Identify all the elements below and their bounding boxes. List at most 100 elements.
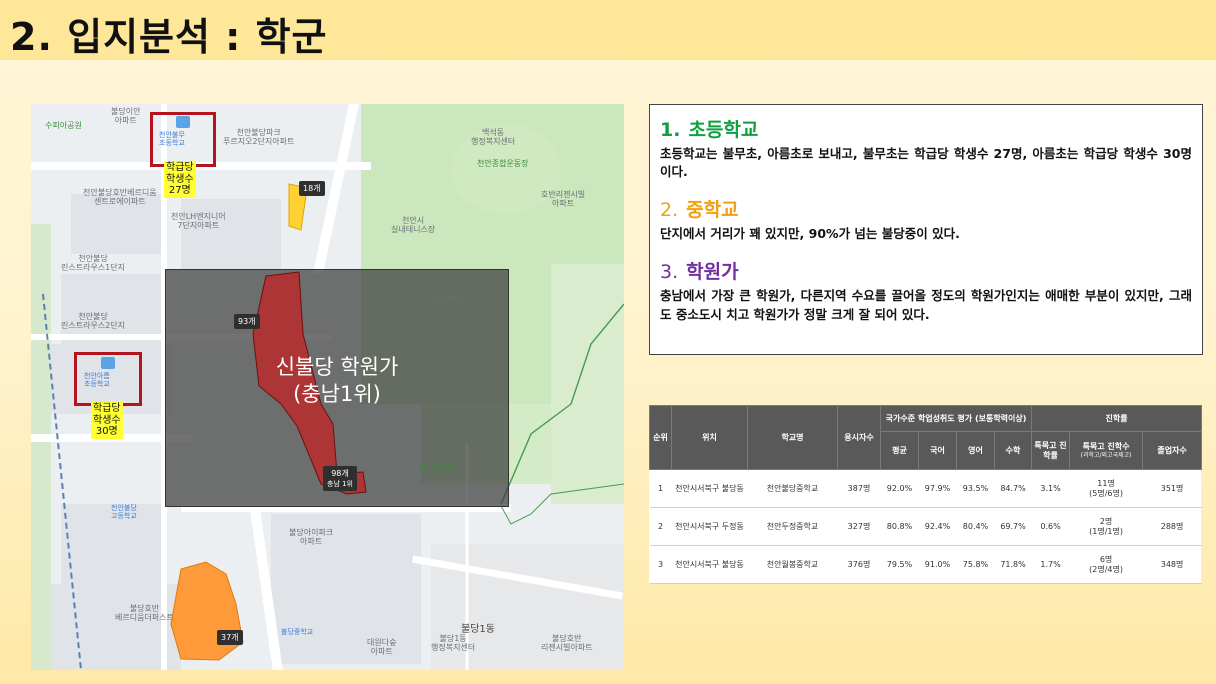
map-label: 불당이안 아파트	[111, 107, 141, 126]
overlay-label: 신불당 학원가 (충남1위)	[165, 354, 509, 409]
table-cell: 92.4%	[918, 507, 957, 546]
table-cell: 288명	[1142, 507, 1202, 546]
header-special-count-sub: (과학고/외고국제고)	[1080, 451, 1132, 459]
page-title: 2. 입지분석 : 학군	[10, 15, 328, 59]
table-row: 1 천안시서북구 불당동 천안불당중학교 387명 92.0% 97.9% 93.5% 84.…	[649, 469, 1202, 508]
header-graduates: 졸업자수	[1142, 431, 1203, 470]
academy-count-98[interactable]: 98개 충남 1위	[323, 466, 357, 491]
school-icon	[101, 357, 115, 369]
title-bar: 2. 입지분석 : 학군	[0, 0, 1216, 60]
table-cell: 69.7%	[994, 507, 1032, 546]
map-label: 천안LH엔지니어 7단지아파트	[171, 212, 226, 231]
header-special-rate: 특목고 진학률	[1031, 431, 1071, 470]
academy-count-18[interactable]: 18개	[299, 181, 325, 196]
section-title: 초등학교	[688, 119, 759, 141]
map-label: 천안불당파크 푸르지오2단지아파트	[223, 128, 295, 147]
table-cell: 327명	[837, 507, 881, 546]
header-avg: 평균	[880, 431, 919, 470]
table-row: 3 천안시서북구 불당동 천안월봉중학교 376명 79.5% 91.0% 75.8% 71.…	[649, 545, 1202, 584]
school-label-bulmu: 천안불무 초등학교	[159, 131, 185, 148]
note-line: 30명	[95, 426, 118, 437]
header-rank: 순위	[649, 405, 672, 470]
map-label: 천안종합운동장	[477, 159, 529, 168]
map-label: 불당1동 행정복지센터	[431, 634, 476, 653]
table-cell: 71.8%	[994, 545, 1032, 584]
map-label: 불당호반 베르디움더퍼스트	[115, 604, 174, 623]
table-cell: 79.5%	[880, 545, 919, 584]
table-cell: 75.8%	[956, 545, 995, 584]
map-label: 천안불당 린스트라우스2단지	[61, 312, 125, 331]
header-special-count: 특목고 진학수 (과학고/외고국제고)	[1069, 431, 1144, 470]
header-kor: 국어	[918, 431, 957, 470]
section-number: 2.	[660, 199, 679, 222]
table-cell: 92.0%	[880, 469, 919, 508]
map-label: 수피아공원	[45, 121, 82, 130]
table-cell: 80.8%	[880, 507, 919, 546]
table-cell: 11명 (5명/6명)	[1069, 469, 1143, 508]
table-cell: 천안시서북구 불당동	[671, 545, 748, 584]
overlay-label-line2: (충남1위)	[293, 382, 381, 407]
table-cell: 93.5%	[956, 469, 995, 508]
header-location: 위치	[671, 405, 748, 470]
header-eval: 국가수준 학업성취도 평가 (보통학력이상)	[879, 405, 1033, 432]
header-math: 수학	[993, 431, 1033, 470]
school-icon	[176, 116, 190, 128]
table-cell: 376명	[837, 545, 881, 584]
section-title: 중학교	[686, 199, 739, 222]
count-value: 98개	[331, 469, 349, 478]
table-cell: 1	[649, 469, 672, 508]
table-row: 2 천안시서북구 두정동 천안두정중학교 327명 80.8% 92.4% 80.4% 69.…	[649, 507, 1202, 546]
map-label: 불당2공원	[419, 464, 454, 473]
school-note-bulmu: 학급당 학생수 27명	[164, 161, 196, 198]
note-line: 27명	[168, 185, 191, 196]
table-cell: 84.7%	[994, 469, 1032, 508]
map-label: 천안시청	[435, 294, 465, 303]
header-eng: 영어	[956, 431, 995, 470]
table-cell: 91.0%	[918, 545, 957, 584]
map-label: 백석동 행정복지센터	[471, 128, 516, 147]
table-cell: 3	[649, 545, 672, 584]
map-view[interactable]: 신불당 학원가 (충남1위) 천안불무 초등학교 학급당 학생수 27명 천안아…	[31, 104, 624, 670]
section-academy: 3. 학원가 충남에서 가장 큰 학원가, 다른지역 수요를 끌어올 정도의 학원…	[660, 257, 1192, 323]
map-label: 불당호반 리젠시빌아파트	[541, 634, 593, 653]
map-label: 불당중학교	[281, 628, 314, 636]
school-ranking-table: 순위 위치 학교명 응시자수 국가수준 학업성취도 평가 (보통학력이상) 진학…	[649, 405, 1203, 584]
table-cell: 0.6%	[1031, 507, 1070, 546]
table-cell: 80.4%	[956, 507, 995, 546]
table-cell: 3.1%	[1031, 469, 1070, 508]
map-label: 천안불당호반베르디움 센트로에이파트	[83, 188, 157, 207]
map-label: 천안불당 고등학교	[111, 504, 137, 521]
section-middle: 2. 중학교 단지에서 거리가 꽤 있지만, 90%가 넘는 불당중이 있다.	[660, 195, 1192, 243]
map-label: 호반리젠시빌 아파트	[541, 190, 586, 209]
table-cell: 387명	[837, 469, 881, 508]
note-line: 학생수	[93, 414, 121, 426]
header-school: 학교명	[747, 405, 838, 470]
academy-count-37[interactable]: 37개	[217, 630, 243, 645]
section-title: 학원가	[686, 261, 739, 284]
table-cell: 천안시서북구 두정동	[671, 507, 748, 546]
section-body: 충남에서 가장 큰 학원가, 다른지역 수요를 끌어올 정도의 학원가인지는 애…	[660, 288, 1192, 322]
note-line: 학급당	[166, 162, 194, 173]
table-cell: 348명	[1142, 545, 1202, 584]
academy-count-93[interactable]: 93개	[234, 314, 260, 329]
count-sub: 충남 1위	[327, 480, 353, 488]
section-number: 1.	[660, 119, 681, 141]
header-special-count-label: 특목고 진학수	[1082, 442, 1130, 452]
note-line: 학생수	[166, 173, 194, 185]
section-body: 단지에서 거리가 꽤 있지만, 90%가 넘는 불당중이 있다.	[660, 226, 960, 242]
note-line: 학급당	[93, 403, 121, 414]
section-heading: 1. 초등학교	[660, 115, 1192, 142]
map-label: 대원다숲 아파트	[367, 638, 397, 657]
map-label: 불당아이파크 아파트	[289, 528, 334, 547]
section-number: 3.	[660, 261, 679, 284]
school-note-areum: 학급당 학생수 30명	[91, 402, 123, 439]
table-cell: 천안시서북구 불당동	[671, 469, 748, 508]
section-heading: 3. 학원가	[660, 257, 1192, 284]
table-cell: 351명	[1142, 469, 1202, 508]
ranking-table: 순위 위치 학교명 응시자수 국가수준 학업성취도 평가 (보통학력이상) 진학…	[649, 405, 1203, 584]
section-body: 초등학교는 불무초, 아름초로 보내고, 불무초는 학급당 학생수 27명, 아…	[660, 146, 1192, 180]
header-advance: 진학률	[1031, 405, 1203, 432]
table-cell: 6명 (2명/4명)	[1069, 545, 1143, 584]
table-cell: 천안두정중학교	[747, 507, 838, 546]
map-label: 천안시 실내테니스장	[391, 216, 436, 235]
